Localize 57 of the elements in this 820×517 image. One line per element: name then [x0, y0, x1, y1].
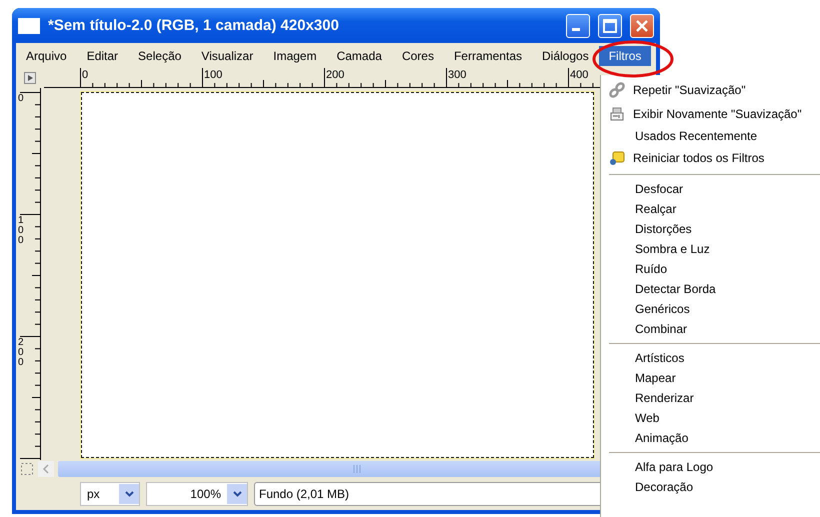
menu-entry[interactable]: Mapear [635, 371, 676, 385]
minimize-icon [572, 28, 580, 30]
menu-entry[interactable]: Combinar [635, 322, 688, 336]
minimize-button[interactable] [566, 14, 590, 38]
ruler-label: 100 [204, 69, 222, 81]
ruler-label: 0 [82, 69, 88, 81]
menu-item[interactable]: Visualizar [191, 46, 264, 66]
menu-entry[interactable]: Ruído [635, 262, 668, 276]
menu-entry[interactable]: Renderizar [635, 391, 694, 405]
menu-item[interactable]: Seleção [128, 46, 192, 66]
unit-dropdown[interactable]: px [80, 482, 140, 506]
menu-item[interactable]: Imagem [263, 46, 327, 66]
chain-icon [609, 82, 625, 98]
close-button[interactable] [630, 14, 654, 38]
menu-item[interactable]: Camada [326, 46, 392, 66]
reset-icon [609, 150, 625, 166]
menu-entry[interactable]: Genéricos [635, 302, 690, 316]
menu-entry[interactable]: Exibir Novamente "Suavização" [633, 107, 802, 121]
menu-entry[interactable]: Distorções [635, 222, 692, 236]
menu-entry[interactable]: Detectar Borda [635, 282, 716, 296]
ruler-label: 200 [18, 338, 25, 368]
menu-entry[interactable]: Realçar [635, 202, 676, 216]
ruler-label: 400 [570, 69, 588, 81]
navigate-icon[interactable] [24, 72, 36, 84]
dropdown-button[interactable] [119, 484, 139, 504]
menu-item[interactable]: Cores [392, 46, 444, 66]
menu-item[interactable]: Diálogos [532, 46, 599, 66]
window-title: *Sem título-2.0 (RGB, 1 camada) 420x300 [48, 17, 340, 34]
menu-entry[interactable]: Artísticos [635, 351, 684, 365]
chevron-down-icon [124, 491, 134, 497]
zoom-dropdown[interactable]: 100% [146, 482, 248, 506]
menu-item[interactable]: Filtros [598, 46, 652, 66]
menu-entry[interactable]: Desfocar [635, 182, 684, 196]
menu-entry[interactable]: Repetir "Suavização" [633, 83, 746, 97]
menu-entry[interactable]: Alfa para Logo [635, 460, 714, 474]
maximize-button[interactable] [598, 14, 622, 38]
grip-icon[interactable] [353, 465, 361, 473]
chevron-down-icon [232, 491, 242, 497]
menu-entry[interactable]: Reiniciar todos os Filtros [633, 151, 764, 165]
selection-icon[interactable] [20, 462, 34, 476]
menu-item[interactable]: Arquivo [16, 46, 77, 66]
menu-item[interactable]: Ferramentas [444, 46, 532, 66]
ruler-label: 100 [18, 216, 25, 246]
ruler-label: 200 [326, 69, 344, 81]
window-icon [18, 18, 40, 34]
maximize-icon [603, 18, 617, 32]
dialog-icon [609, 106, 625, 122]
menu-entry[interactable]: Web [635, 411, 660, 425]
ruler-label: 300 [448, 69, 466, 81]
ruler-label: 0 [18, 94, 25, 104]
menu-entry[interactable]: Decoração [635, 480, 694, 494]
menu-entry[interactable]: Usados Recentemente [635, 129, 758, 143]
menu-item[interactable]: Editar [76, 46, 128, 66]
dropdown-button[interactable] [227, 484, 247, 504]
close-icon [636, 20, 648, 32]
menu-entry[interactable]: Animação [635, 431, 688, 445]
menu-entry[interactable]: Sombra e Luz [635, 242, 710, 256]
